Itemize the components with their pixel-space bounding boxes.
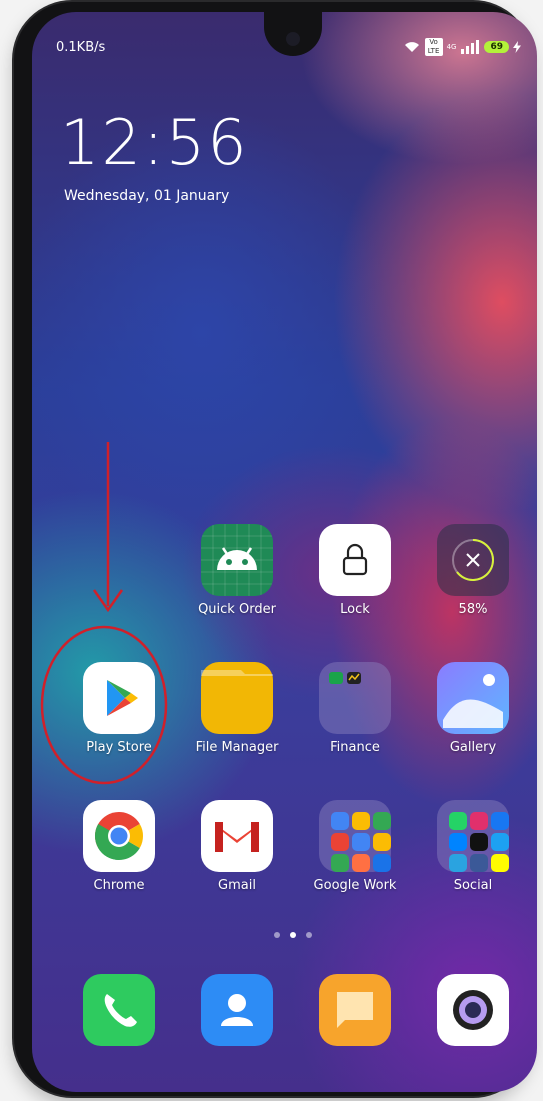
page-dot-active <box>290 932 296 938</box>
dock-messages[interactable] <box>290 974 420 1046</box>
contacts-icon <box>201 974 273 1046</box>
folder-social[interactable]: Social <box>408 800 537 893</box>
app-label: Lock <box>340 602 370 617</box>
app-quick-order[interactable]: Quick Order <box>172 524 302 617</box>
network-type: 4G <box>446 43 457 51</box>
app-label: Chrome <box>93 878 145 893</box>
app-label: Gmail <box>218 878 256 893</box>
dock-phone[interactable] <box>54 974 184 1046</box>
app-label: Finance <box>330 740 380 755</box>
chrome-icon <box>83 800 155 872</box>
app-cleaner[interactable]: 58% <box>408 524 537 617</box>
app-chrome[interactable]: Chrome <box>54 800 184 893</box>
app-gallery[interactable]: Gallery <box>408 662 537 755</box>
app-label: 58% <box>458 602 488 617</box>
battery-indicator: 69 <box>484 41 509 53</box>
app-gmail[interactable]: Gmail <box>172 800 302 893</box>
social-folder-icon <box>437 800 509 872</box>
app-label: Quick Order <box>198 602 276 617</box>
signal-icon <box>461 40 480 54</box>
page-dot <box>274 932 280 938</box>
front-camera-notch <box>264 12 322 56</box>
dock-camera[interactable] <box>408 974 537 1046</box>
gallery-icon <box>437 662 509 734</box>
cleaner-icon <box>437 524 509 596</box>
finance-folder-icon <box>319 662 391 734</box>
charging-icon <box>513 41 521 53</box>
messages-icon <box>319 974 391 1046</box>
folder-finance[interactable]: Finance <box>290 662 420 755</box>
android-icon <box>201 524 273 596</box>
play-store-icon <box>83 662 155 734</box>
lock-icon <box>319 524 391 596</box>
clock-widget-date[interactable]: Wednesday, 01 January <box>64 188 229 204</box>
gmail-icon <box>201 800 273 872</box>
front-camera-icon <box>286 32 300 46</box>
app-lock[interactable]: Lock <box>290 524 420 617</box>
folder-google-work[interactable]: Google Work <box>290 800 420 893</box>
clock-widget-time[interactable]: 12:56 <box>60 106 249 179</box>
camera-icon <box>437 974 509 1046</box>
dock-contacts[interactable] <box>172 974 302 1046</box>
page-indicator[interactable] <box>274 932 312 938</box>
network-speed: 0.1KB/s <box>56 40 106 55</box>
phone-icon <box>83 974 155 1046</box>
app-label: Gallery <box>449 740 497 755</box>
home-screen: 0.1KB/s Vo LTE 4G 69 12:56 Wednesday, 01… <box>32 12 537 1092</box>
app-label: File Manager <box>195 740 279 755</box>
app-label: Play Store <box>86 740 152 755</box>
wifi-icon <box>404 42 419 52</box>
folder-icon <box>201 662 273 734</box>
google-work-folder-icon <box>319 800 391 872</box>
app-file-manager[interactable]: File Manager <box>172 662 302 755</box>
app-play-store[interactable]: Play Store <box>54 662 184 755</box>
phone-frame: 0.1KB/s Vo LTE 4G 69 12:56 Wednesday, 01… <box>14 2 537 1096</box>
volte-icon: Vo LTE <box>424 38 443 56</box>
status-icons: Vo LTE 4G 69 <box>403 38 521 56</box>
page-dot <box>306 932 312 938</box>
